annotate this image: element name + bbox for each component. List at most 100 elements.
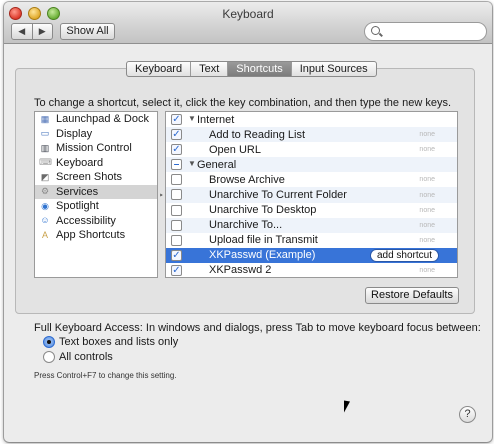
shortcut-group-row[interactable]: ✓ ▼ Internet	[166, 112, 457, 127]
enable-checkbox[interactable]: ✓	[171, 144, 182, 156]
search-icon	[371, 26, 380, 35]
shortcut-row[interactable]: ✓ XKPasswd (Example) add shortcut	[166, 247, 457, 263]
instruction-text: To change a shortcut, select it, click t…	[34, 97, 452, 109]
shortcut-value[interactable]: none	[419, 222, 435, 229]
list-splitter[interactable]: ‣	[158, 111, 165, 278]
radio-button-selected[interactable]	[43, 336, 55, 348]
category-item[interactable]: ⌨ Keyboard	[35, 156, 157, 171]
shortcut-label: Unarchive To...	[209, 219, 283, 232]
category-label: Launchpad & Dock	[56, 113, 149, 126]
back-forward-group: ◀ ▶	[11, 23, 53, 40]
radio-label: All controls	[59, 351, 113, 363]
enable-checkbox[interactable]	[171, 219, 182, 231]
shortcut-row[interactable]: ✓ Add to Reading List none	[166, 127, 457, 143]
shortcut-hint-text: Press Control+F7 to change this setting.	[34, 371, 177, 380]
category-label: App Shortcuts	[56, 229, 126, 242]
radio-all-controls[interactable]: All controls	[43, 351, 113, 363]
search-field[interactable]	[364, 22, 487, 41]
category-item[interactable]: ◩ Screen Shots	[35, 170, 157, 185]
back-button[interactable]: ◀	[12, 24, 32, 39]
preference-tabs: Keyboard Text Shortcuts Input Sources	[126, 61, 377, 77]
tab-shortcuts[interactable]: Shortcuts	[227, 62, 291, 76]
splitter-handle-icon: ‣	[159, 191, 164, 200]
tab-keyboard[interactable]: Keyboard	[127, 62, 190, 76]
category-label: Spotlight	[56, 200, 99, 213]
radio-label: Text boxes and lists only	[59, 336, 179, 348]
shortcut-value[interactable]: none	[419, 146, 435, 153]
category-item[interactable]: A App Shortcuts	[35, 228, 157, 243]
full-keyboard-access-label: Full Keyboard Access: In windows and dia…	[34, 322, 481, 334]
launchpad-icon: ▦	[40, 113, 50, 124]
enable-checkbox[interactable]: ✓	[171, 129, 182, 141]
category-item[interactable]: ▦ Launchpad & Dock	[35, 112, 157, 127]
display-icon: ▭	[40, 128, 50, 139]
enable-checkbox[interactable]: ✓	[171, 114, 182, 125]
shortcut-label: Browse Archive	[209, 173, 285, 186]
enable-checkbox[interactable]	[171, 204, 182, 216]
search-input[interactable]	[383, 25, 481, 38]
shortcut-label: Open URL	[209, 143, 261, 156]
shortcut-value[interactable]: none	[419, 192, 435, 199]
shortcut-value[interactable]: none	[419, 131, 435, 138]
add-shortcut-button[interactable]: add shortcut	[369, 248, 439, 262]
show-all-button[interactable]: Show All	[60, 23, 115, 40]
category-item[interactable]: ⚙ Services	[35, 184, 157, 199]
radio-button[interactable]	[43, 351, 55, 363]
tab-input-sources[interactable]: Input Sources	[290, 62, 376, 76]
disclosure-triangle-icon[interactable]: ▼	[188, 159, 196, 168]
shortcut-label: Upload file in Transmit	[209, 234, 318, 247]
shortcut-value[interactable]: none	[419, 176, 435, 183]
accessibility-icon: ☺	[40, 215, 50, 226]
category-item[interactable]: ◉ Spotlight	[35, 199, 157, 214]
spotlight-icon: ◉	[41, 200, 49, 211]
enable-checkbox[interactable]	[171, 234, 182, 246]
enable-checkbox[interactable]: ✓	[171, 264, 182, 276]
shortcut-group-row[interactable]: – ▼ General	[166, 157, 457, 173]
shortcut-label: XKPasswd 2	[209, 264, 272, 277]
shortcut-row[interactable]: Unarchive To Current Folder none	[166, 187, 457, 203]
category-item[interactable]: ▭ Display	[35, 127, 157, 142]
shortcut-label: General	[197, 158, 237, 171]
help-button[interactable]: ?	[459, 406, 476, 423]
restore-defaults-button[interactable]: Restore Defaults	[365, 287, 459, 304]
enable-checkbox[interactable]: –	[171, 159, 182, 171]
category-item[interactable]: ▥ Mission Control	[35, 141, 157, 156]
shortcut-label: Unarchive To Desktop	[209, 204, 317, 217]
shortcut-list[interactable]: ✓ ▼ Internet ✓ Add to Reading List none ✓ Open …	[165, 111, 458, 278]
keyboard-icon: ⌨	[39, 157, 52, 168]
category-label: Mission Control	[56, 142, 132, 155]
shortcut-value[interactable]: none	[419, 207, 435, 214]
category-item[interactable]: ☺ Accessibility	[35, 214, 157, 229]
shortcut-row[interactable]: Upload file in Transmit none	[166, 233, 457, 248]
radio-text-boxes-and-lists[interactable]: Text boxes and lists only	[43, 336, 178, 348]
shortcut-value[interactable]: none	[419, 267, 435, 274]
window-title: Keyboard	[222, 7, 274, 21]
category-label: Keyboard	[56, 156, 104, 169]
shortcut-value[interactable]: none	[419, 237, 435, 244]
mouse-pointer-icon	[344, 400, 350, 414]
category-label: Display	[56, 127, 93, 140]
tab-text[interactable]: Text	[190, 62, 227, 76]
disclosure-triangle-icon[interactable]: ▼	[188, 114, 196, 123]
enable-checkbox[interactable]: ✓	[171, 249, 182, 261]
shortcut-row[interactable]: ✓ Open URL none	[166, 142, 457, 157]
forward-button[interactable]: ▶	[31, 24, 53, 39]
title-bar: Keyboard ◀ ▶ Show All	[4, 2, 492, 44]
shortcut-row[interactable]: Unarchive To... none	[166, 217, 457, 233]
shortcut-row[interactable]: Browse Archive none	[166, 172, 457, 187]
shortcut-label: Add to Reading List	[209, 128, 306, 141]
category-label: Accessibility	[56, 214, 116, 227]
shortcut-label: Internet	[197, 113, 235, 126]
shortcut-row[interactable]: Unarchive To Desktop none	[166, 203, 457, 218]
shortcut-label: XKPasswd (Example)	[209, 249, 316, 262]
shortcut-category-list[interactable]: ▦ Launchpad & Dock ▭ Display ▥ Mission Contro…	[34, 111, 158, 278]
category-label: Services	[56, 185, 99, 198]
shortcut-row[interactable]: ✓ XKPasswd 2 none	[166, 263, 457, 277]
enable-checkbox[interactable]	[171, 174, 182, 186]
mission-control-icon: ▥	[40, 142, 50, 153]
shortcut-label: Unarchive To Current Folder	[209, 189, 347, 202]
enable-checkbox[interactable]	[171, 189, 182, 201]
category-label: Screen Shots	[56, 171, 123, 184]
screenshot-icon: ◩	[40, 171, 50, 182]
gear-icon: ⚙	[40, 186, 50, 197]
